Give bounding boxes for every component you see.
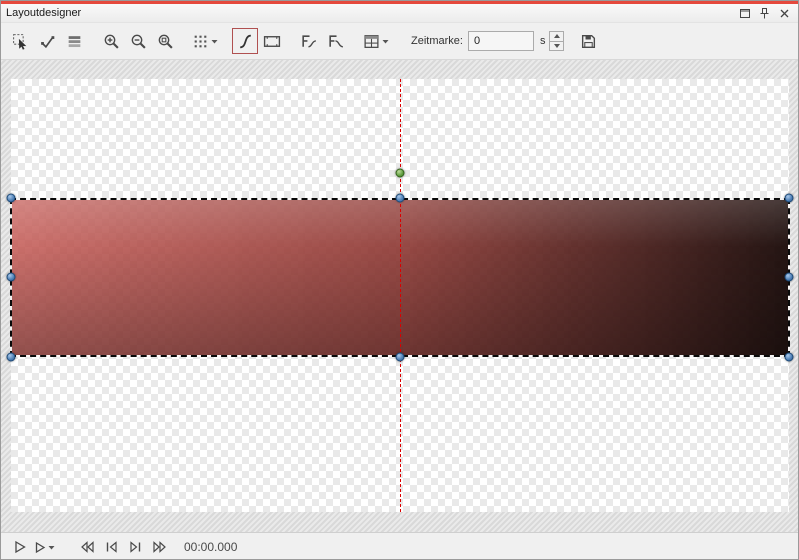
rotation-anchor-handle[interactable]: [396, 169, 405, 178]
chevron-down-icon: [382, 39, 389, 44]
close-button[interactable]: [776, 6, 793, 21]
next-frame-icon: [129, 541, 142, 553]
camera-frame-button[interactable]: [259, 28, 285, 54]
save-button[interactable]: [575, 28, 601, 54]
resize-handle-top-left[interactable]: [7, 194, 16, 203]
close-icon: [780, 9, 789, 18]
chevron-down-icon: [211, 39, 218, 44]
keyframe-table-icon: [363, 33, 380, 50]
zoom-fit-icon: [157, 33, 174, 50]
toolbar-separator: [88, 41, 97, 42]
zoom-in-button[interactable]: [98, 28, 124, 54]
fade-in-curve-icon: [300, 33, 318, 50]
select-tool-icon: [12, 33, 29, 50]
chevron-down-icon: [48, 545, 55, 550]
toolbar-separator: [393, 41, 402, 42]
resize-handle-bottom-right[interactable]: [785, 353, 794, 362]
checkmark-tool-button[interactable]: [34, 28, 60, 54]
restore-button[interactable]: [736, 6, 753, 21]
resize-handle-top-right[interactable]: [785, 194, 794, 203]
select-tool-button[interactable]: [7, 28, 33, 54]
transport-bar: 00:00.000: [1, 532, 798, 560]
toolbar-separator: [179, 41, 188, 42]
layoutdesigner-panel: Layoutdesigner: [0, 0, 799, 560]
play-options-button[interactable]: [33, 536, 56, 558]
zeitmarke-input[interactable]: [468, 31, 534, 51]
panel-title: Layoutdesigner: [6, 7, 81, 19]
pin-icon: [760, 8, 769, 19]
toolbar-separator: [286, 41, 295, 42]
zoom-in-icon: [103, 33, 120, 50]
checkmark-icon: [39, 33, 56, 50]
camera-frame-icon: [263, 33, 281, 50]
skip-forward-button[interactable]: [148, 536, 170, 558]
stepper-up-button[interactable]: [549, 31, 564, 42]
zeitmarke-label: Zeitmarke:: [411, 35, 463, 47]
center-guide-line: [400, 79, 401, 512]
grid-icon: [192, 33, 209, 50]
window-buttons: [736, 6, 793, 21]
zeitmarke-stepper: [549, 31, 564, 51]
fade-out-curve-button[interactable]: [323, 28, 349, 54]
titlebar[interactable]: Layoutdesigner: [1, 1, 798, 23]
fade-in-curve-button[interactable]: [296, 28, 322, 54]
resize-handle-top-center[interactable]: [396, 194, 405, 203]
grid-options-button[interactable]: [189, 28, 221, 54]
pin-button[interactable]: [756, 6, 773, 21]
fade-out-curve-icon: [327, 33, 345, 50]
play-icon: [13, 540, 27, 554]
next-frame-button[interactable]: [124, 536, 146, 558]
prev-frame-icon: [105, 541, 118, 553]
time-display: 00:00.000: [184, 540, 237, 554]
keyframe-table-button[interactable]: [360, 28, 392, 54]
prev-frame-button[interactable]: [100, 536, 122, 558]
save-icon: [580, 33, 597, 50]
play-button[interactable]: [9, 536, 31, 558]
skip-back-icon: [80, 541, 95, 553]
resize-handle-middle-right[interactable]: [785, 273, 794, 282]
layers-icon: [66, 33, 83, 50]
toolbar-separator: [222, 41, 231, 42]
curve-tool-icon: [237, 33, 254, 50]
resize-handle-bottom-left[interactable]: [7, 353, 16, 362]
toolbar-separator: [565, 41, 574, 42]
restore-icon: [740, 9, 750, 18]
toolbar: Zeitmarke: s: [1, 23, 798, 59]
skip-back-button[interactable]: [76, 536, 98, 558]
resize-handle-middle-left[interactable]: [7, 273, 16, 282]
play-small-icon: [34, 541, 46, 554]
curve-tool-button[interactable]: [232, 28, 258, 54]
layout-canvas[interactable]: [11, 79, 789, 512]
zoom-out-button[interactable]: [125, 28, 151, 54]
unit-label: s: [540, 35, 546, 47]
resize-handle-bottom-center[interactable]: [396, 353, 405, 362]
stepper-down-button[interactable]: [549, 42, 564, 52]
skip-forward-icon: [152, 541, 167, 553]
zoom-out-icon: [130, 33, 147, 50]
layers-tool-button[interactable]: [61, 28, 87, 54]
stage: [1, 59, 798, 532]
toolbar-separator: [350, 41, 359, 42]
zoom-fit-button[interactable]: [152, 28, 178, 54]
